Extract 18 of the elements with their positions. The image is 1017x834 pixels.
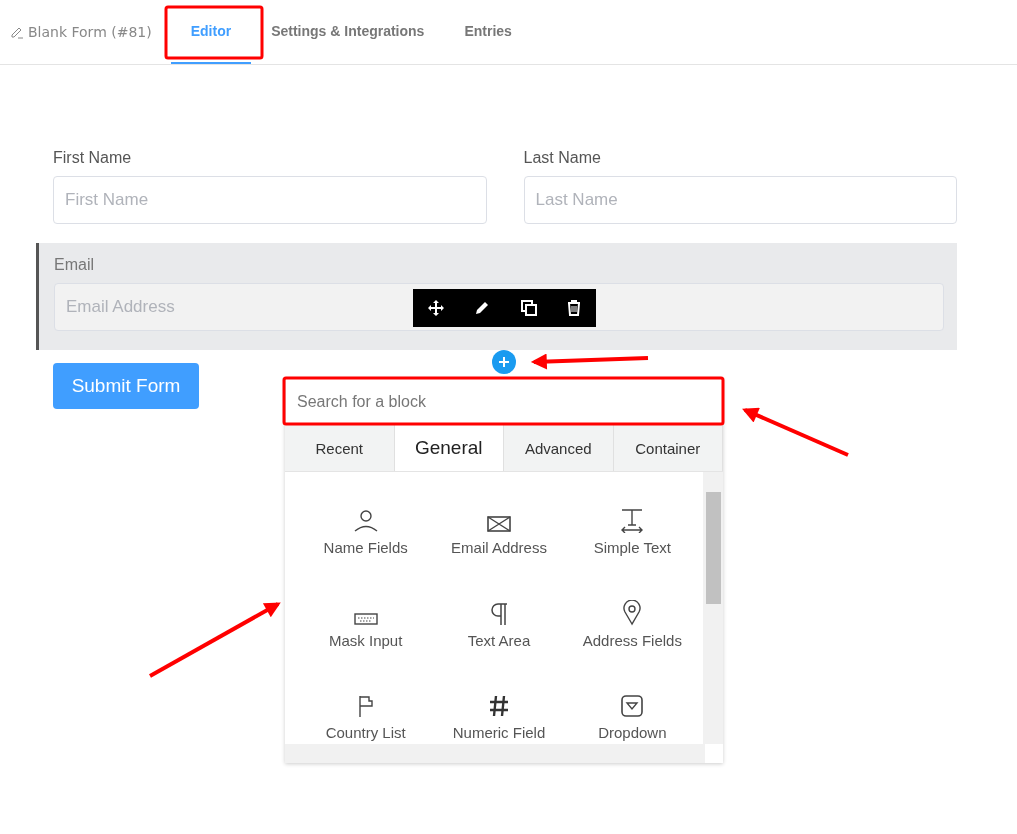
editor-tab[interactable]: Settings & Integrations bbox=[251, 0, 445, 64]
text-field[interactable]: Last Name bbox=[523, 176, 957, 224]
editor-tab[interactable]: Entries bbox=[444, 0, 532, 64]
block-item[interactable]: Text Area bbox=[432, 578, 566, 649]
form-title: Blank Form (#81) bbox=[10, 24, 152, 40]
field-label: Email bbox=[54, 256, 95, 274]
block-item[interactable]: Mask Input bbox=[299, 578, 433, 649]
block-item[interactable]: Email Address bbox=[432, 486, 566, 556]
text-field[interactable]: First Name bbox=[53, 176, 487, 224]
block-item[interactable]: Name Fields bbox=[299, 486, 433, 556]
field-label: First Name bbox=[53, 149, 133, 167]
field-label: Last Name bbox=[523, 149, 602, 167]
block-item[interactable]: Numeric Field bbox=[432, 671, 566, 742]
block-item[interactable]: Country List bbox=[299, 671, 433, 742]
category-tab[interactable]: General bbox=[394, 425, 504, 471]
block-item[interactable]: Simple Text bbox=[565, 486, 699, 556]
block-item[interactable]: Address Fields bbox=[565, 578, 699, 649]
block-item[interactable]: Dropdown bbox=[565, 671, 699, 742]
